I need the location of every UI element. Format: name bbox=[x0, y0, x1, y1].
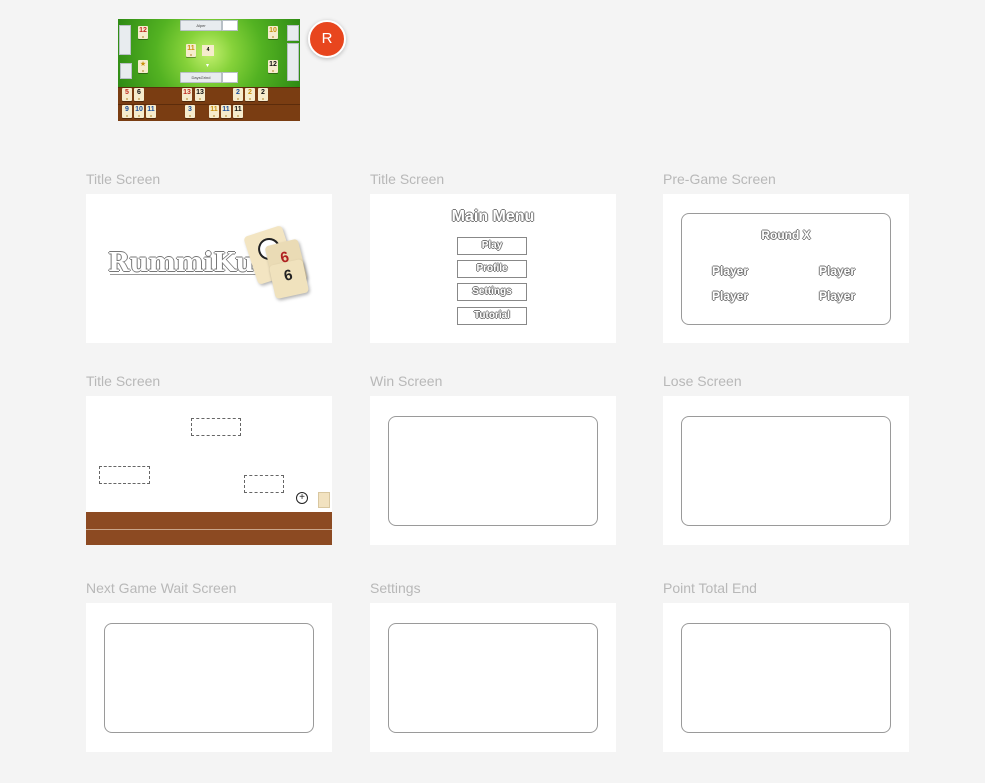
right-side-panel-lower bbox=[287, 43, 299, 81]
discard-tile: ★ bbox=[138, 60, 148, 73]
user-avatar[interactable]: R bbox=[308, 20, 346, 58]
round-title: Round X bbox=[761, 228, 811, 242]
frame-label[interactable]: Lose Screen bbox=[663, 373, 742, 389]
win-panel bbox=[388, 416, 598, 526]
rack-tile[interactable]: 2 bbox=[258, 88, 268, 101]
play-button[interactable]: Play bbox=[457, 237, 527, 255]
draw-pile-tile[interactable] bbox=[318, 492, 330, 508]
rack-tile[interactable]: 11 bbox=[146, 105, 156, 118]
frame-lose-screen[interactable] bbox=[663, 396, 909, 545]
opponent-slot-right bbox=[244, 475, 284, 493]
lose-panel bbox=[681, 416, 891, 526]
rack-tile[interactable]: 2 bbox=[233, 88, 243, 101]
rack-tile[interactable]: 6 bbox=[134, 88, 144, 101]
discard-tile: 12 bbox=[268, 60, 278, 73]
settings-button[interactable]: Settings bbox=[457, 283, 527, 301]
frame-label[interactable]: Settings bbox=[370, 580, 421, 596]
frame-label[interactable]: Next Game Wait Screen bbox=[86, 580, 236, 596]
plus-icon[interactable]: + bbox=[296, 492, 308, 504]
frame-label[interactable]: Title Screen bbox=[86, 373, 160, 389]
draw-pile-tile[interactable]: 11 bbox=[186, 44, 196, 57]
reference-screenshot-thumbnail[interactable]: Alper 12 10 ★ 12 11 4 ▾ DaysGrind 5 6 13 13… bbox=[118, 19, 300, 121]
rack-row-2 bbox=[86, 530, 332, 545]
rack-tile[interactable]: 13 bbox=[182, 88, 192, 101]
discard-tile: 10 bbox=[268, 26, 278, 39]
discard-tile: 12 bbox=[138, 26, 148, 39]
rack-tile[interactable]: 11 bbox=[209, 105, 219, 118]
player-slot: Player bbox=[819, 264, 856, 278]
frame-game-table[interactable]: + bbox=[86, 396, 332, 545]
profile-button[interactable]: Profile bbox=[457, 260, 527, 278]
rack-tile[interactable]: 10 bbox=[134, 105, 144, 118]
settings-panel bbox=[388, 623, 598, 733]
rack-row-2-tiles: 9 10 11 3 11 11 11 bbox=[118, 104, 300, 120]
rack-tile[interactable]: 5 bbox=[122, 88, 132, 101]
rack-tile[interactable]: 2 bbox=[245, 88, 255, 101]
pre-game-panel: Round X Player Player Player Player bbox=[681, 213, 891, 325]
frame-win-screen[interactable] bbox=[370, 396, 616, 545]
left-side-panel-lower bbox=[120, 63, 132, 79]
top-player-name: Alper bbox=[180, 20, 222, 31]
right-side-panel bbox=[287, 25, 299, 41]
rack-tile[interactable]: 9 bbox=[122, 105, 132, 118]
frame-pre-game-screen[interactable]: Round X Player Player Player Player bbox=[663, 194, 909, 343]
frame-label[interactable]: Point Total End bbox=[663, 580, 757, 596]
opponent-slot-left bbox=[99, 466, 150, 484]
point-total-panel bbox=[681, 623, 891, 733]
opponent-slot-top bbox=[191, 418, 241, 436]
frame-label[interactable]: Win Screen bbox=[370, 373, 442, 389]
pile-count-badge: 4 bbox=[202, 45, 214, 56]
player-slot: Player bbox=[712, 289, 749, 303]
top-player-score bbox=[222, 20, 238, 31]
logo-underline bbox=[110, 274, 266, 275]
frame-label[interactable]: Pre-Game Screen bbox=[663, 171, 776, 187]
frame-label[interactable]: Title Screen bbox=[86, 171, 160, 187]
rack-tile[interactable]: 11 bbox=[221, 105, 231, 118]
rack-row-1 bbox=[86, 512, 332, 530]
rack-tile[interactable]: 13 bbox=[195, 88, 205, 101]
frame-point-total-end[interactable] bbox=[663, 603, 909, 752]
main-menu-heading: Main Menu bbox=[451, 208, 535, 225]
frame-main-menu[interactable]: Main Menu Play Profile Settings Tutorial bbox=[370, 194, 616, 343]
rack-row-1-tiles: 5 6 13 13 2 2 2 bbox=[118, 87, 300, 103]
tutorial-button[interactable]: Tutorial bbox=[457, 307, 527, 325]
frame-title-screen[interactable]: RummiKub 6 6 bbox=[86, 194, 332, 343]
rack-tile[interactable]: 3 bbox=[185, 105, 195, 118]
chevron-down-icon: ▾ bbox=[206, 63, 210, 69]
frame-label[interactable]: Title Screen bbox=[370, 171, 444, 187]
rack-tile[interactable]: 11 bbox=[233, 105, 243, 118]
frame-settings[interactable] bbox=[370, 603, 616, 752]
logo-tile: 6 bbox=[268, 258, 310, 300]
player-slot: Player bbox=[712, 264, 749, 278]
player-slot: Player bbox=[819, 289, 856, 303]
wait-panel bbox=[104, 623, 314, 733]
bottom-player-score bbox=[222, 72, 238, 83]
bottom-player-name: DaysGrind bbox=[180, 72, 222, 83]
frame-next-game-wait-screen[interactable] bbox=[86, 603, 332, 752]
left-side-panel bbox=[119, 25, 131, 55]
